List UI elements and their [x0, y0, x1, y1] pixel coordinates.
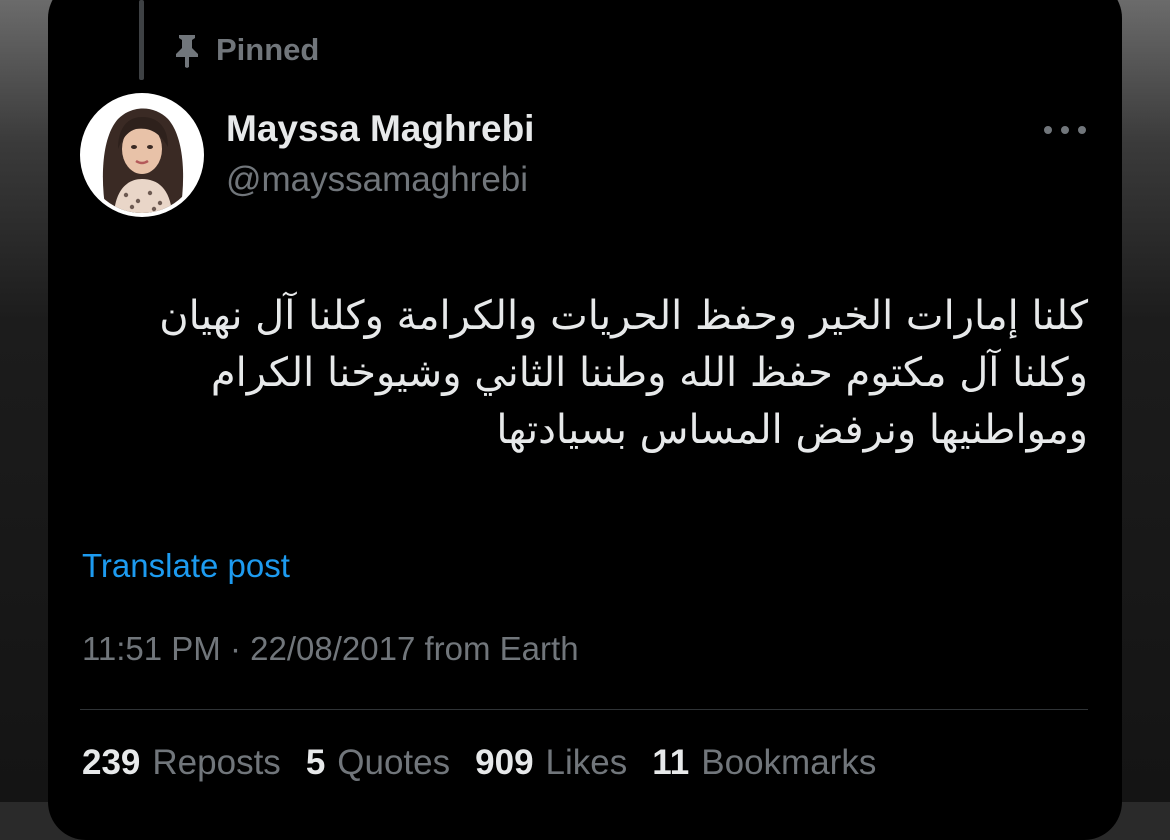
dot [1061, 126, 1069, 134]
meta-separator: · [229, 630, 241, 667]
translate-post-link[interactable]: Translate post [82, 547, 290, 585]
pinned-label: Pinned [216, 32, 320, 67]
thread-line [139, 0, 144, 80]
bookmarks-count: 11 [652, 743, 690, 782]
pinned-indicator: Pinned [172, 30, 319, 70]
tweet-time[interactable]: 11:51 PM [82, 630, 221, 667]
divider [80, 709, 1088, 710]
profile-avatar [84, 97, 200, 213]
engagement-stats: 239 Reposts 5 Quotes 909 Likes 11 Bookma… [82, 743, 876, 783]
quotes-label: Quotes [337, 743, 451, 782]
reposts-stat[interactable]: 239 Reposts [82, 743, 281, 783]
likes-stat[interactable]: 909 Likes [475, 743, 627, 783]
bookmarks-stat[interactable]: 11 Bookmarks [652, 743, 876, 783]
likes-count: 909 [475, 743, 534, 782]
reposts-count: 239 [82, 743, 141, 782]
tweet-source: from Earth [424, 630, 579, 667]
dot [1078, 126, 1086, 134]
display-name[interactable]: Mayssa Maghrebi [226, 108, 534, 150]
pin-icon [176, 35, 198, 68]
tweet-line: كلنا إمارات الخير وحفظ الحريات والكرامة … [159, 293, 1088, 339]
dot [1044, 126, 1052, 134]
user-handle[interactable]: @mayssamaghrebi [226, 160, 528, 200]
tweet-line: وكلنا آل مكتوم حفظ الله وطننا الثاني وشي… [210, 350, 1088, 396]
avatar[interactable] [80, 93, 204, 217]
tweet-date[interactable]: 22/08/2017 [250, 630, 415, 667]
tweet-line: ومواطنيها ونرفض المساس بسيادتها [496, 407, 1088, 453]
tweet-text: كلنا إمارات الخير وحفظ الحريات والكرامة … [80, 288, 1088, 459]
tweet-metadata: 11:51 PM · 22/08/2017 from Earth [82, 630, 579, 668]
likes-label: Likes [545, 743, 628, 782]
quotes-count: 5 [305, 743, 326, 782]
more-options-icon[interactable] [1040, 113, 1090, 147]
bookmarks-label: Bookmarks [701, 743, 877, 782]
quotes-stat[interactable]: 5 Quotes [306, 743, 450, 783]
reposts-label: Reposts [152, 743, 281, 782]
